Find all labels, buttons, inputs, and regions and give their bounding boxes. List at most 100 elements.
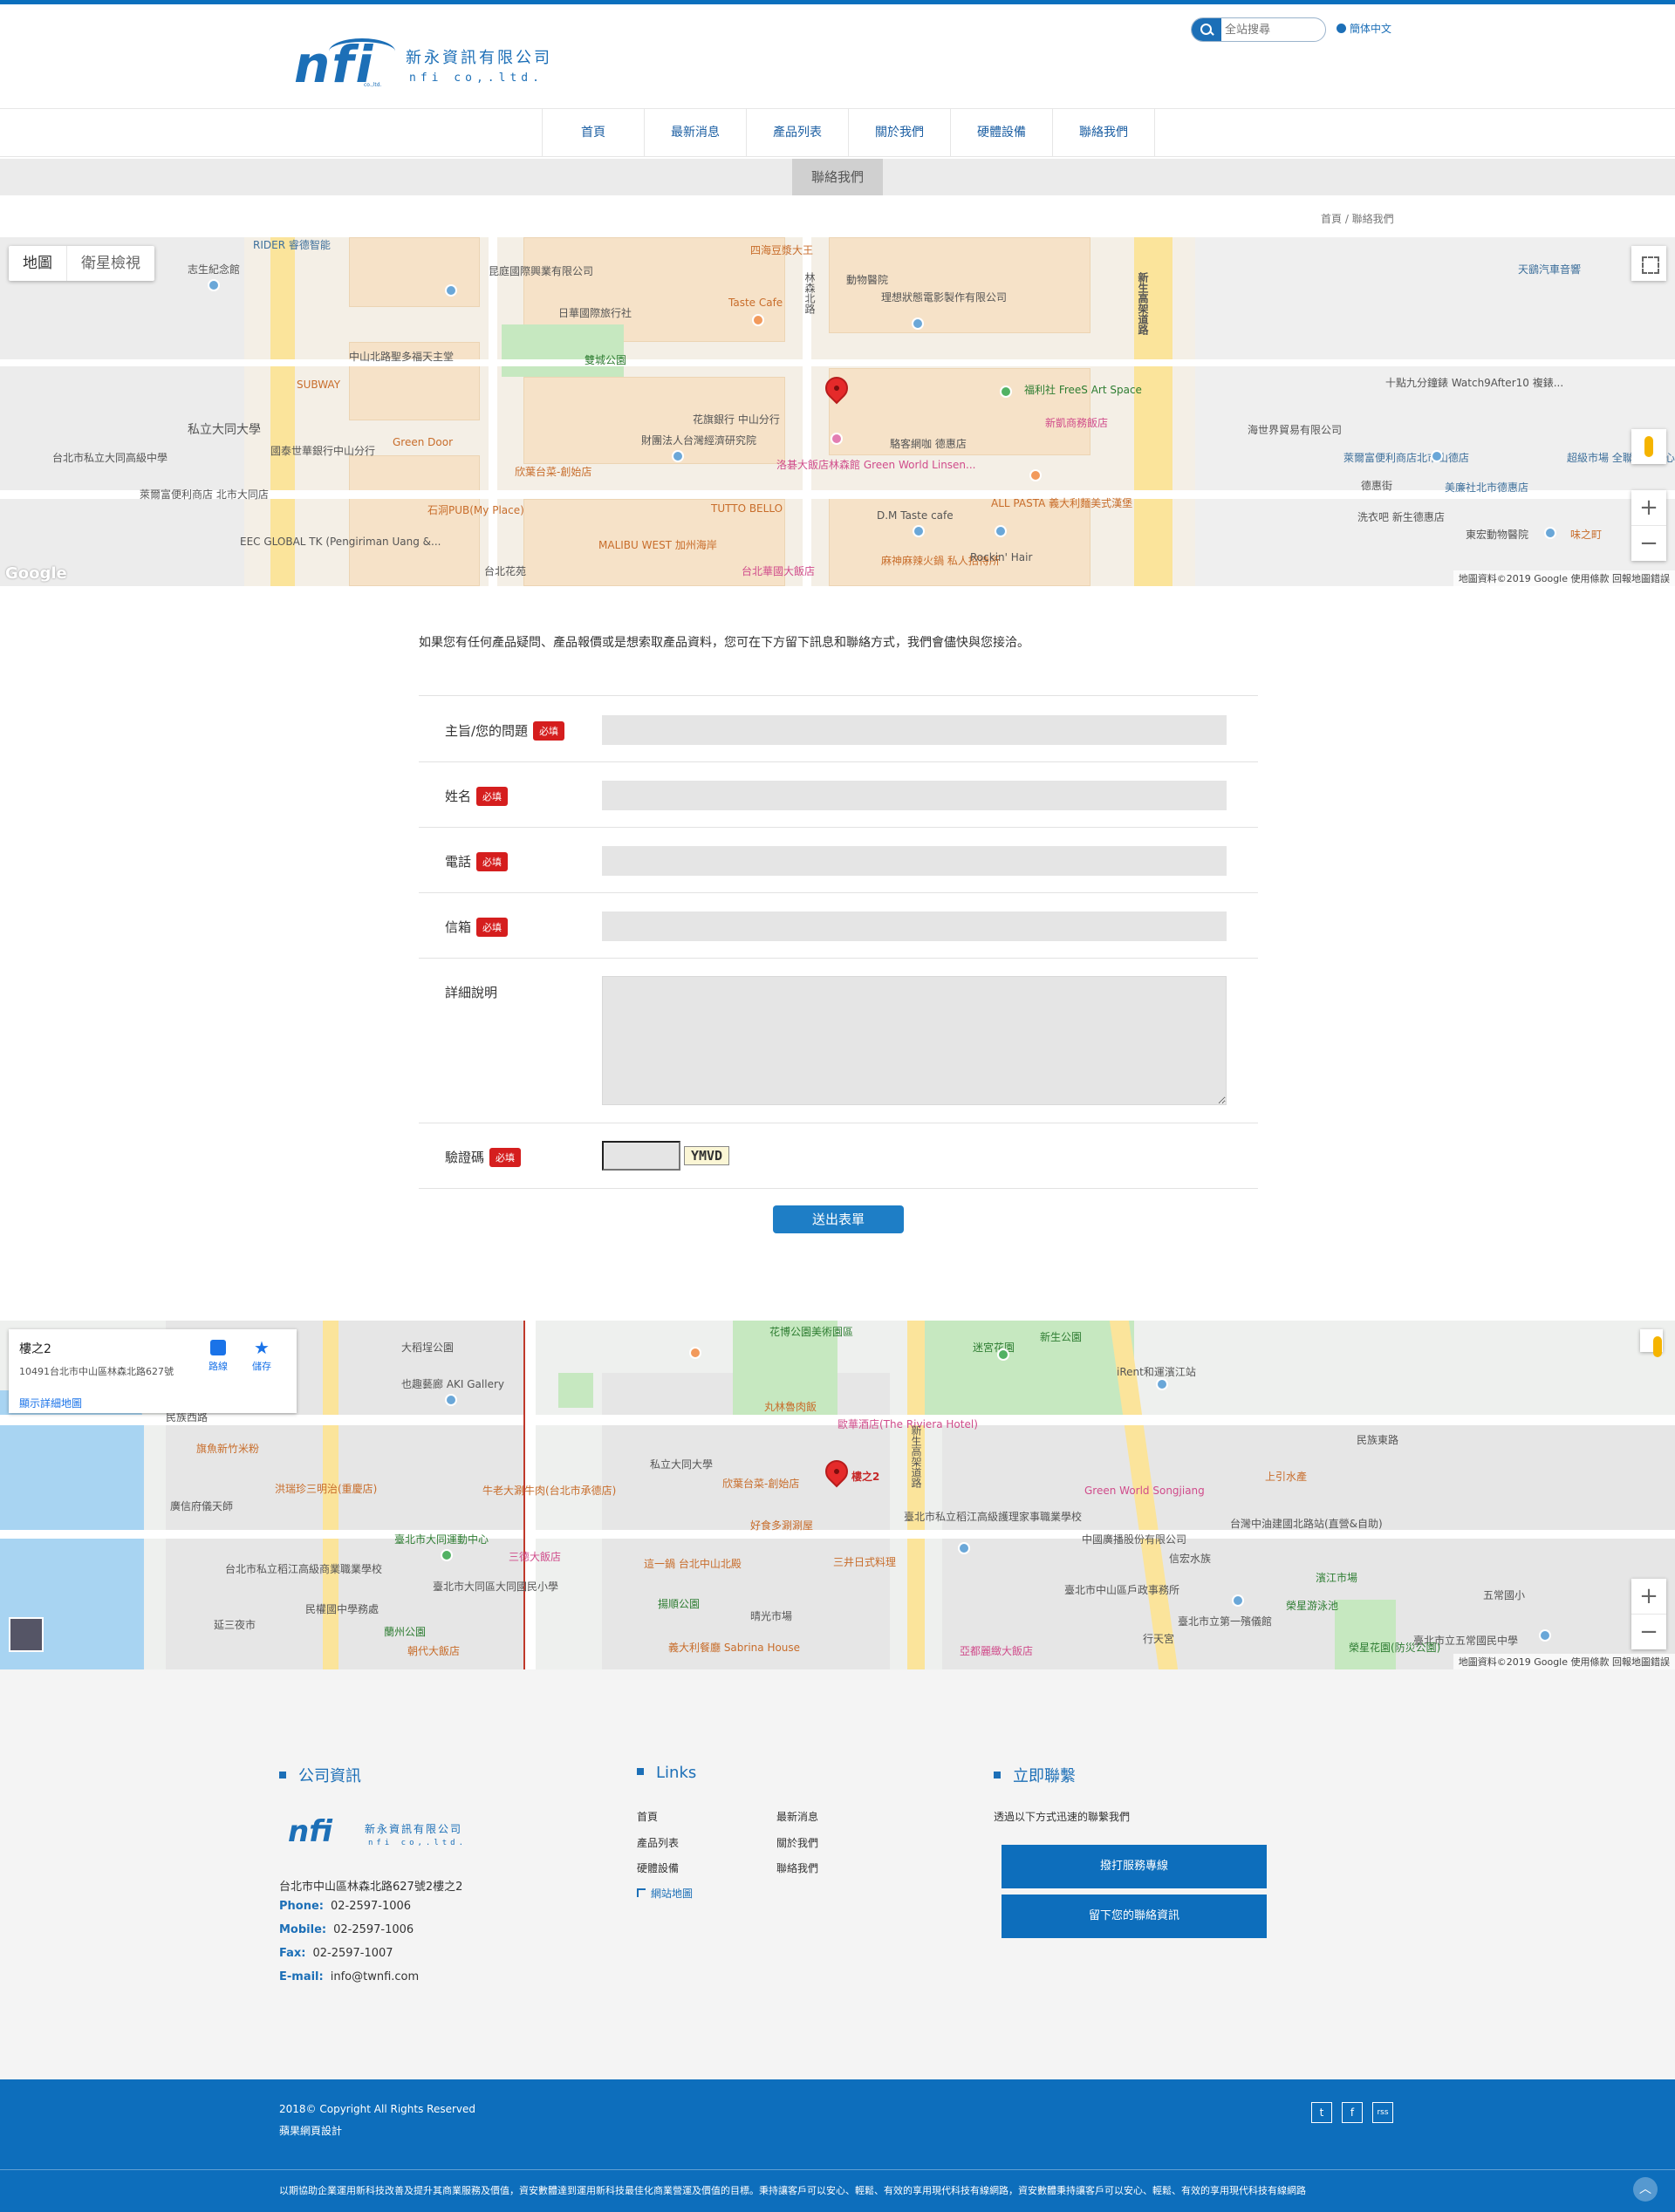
search-input[interactable] <box>1225 21 1321 38</box>
nav-item-contact[interactable]: 聯絡我們 <box>1053 109 1155 157</box>
map-poi[interactable] <box>831 433 843 445</box>
map-label: 花旗銀行 中山分行 <box>693 413 780 426</box>
footer-link-home[interactable]: 首頁 <box>637 1809 658 1824</box>
map-poi[interactable] <box>997 1348 1009 1361</box>
footer-link-contact[interactable]: 聯絡我們 <box>776 1860 818 1875</box>
footer-company-en: nfi co,.ltd. <box>368 1839 468 1847</box>
subject-field[interactable] <box>602 715 1227 745</box>
language-switch[interactable]: 簡体中文 <box>1337 21 1391 36</box>
nav-item-about[interactable]: 關於我們 <box>849 109 951 157</box>
designer-link[interactable]: 蘋果網頁設計 <box>279 2123 342 2138</box>
pegman-icon[interactable] <box>1640 1329 1663 1357</box>
footer-logo-mark: nfi <box>288 1814 332 1849</box>
fullscreen-icon[interactable] <box>1631 246 1666 281</box>
nav-item-products[interactable]: 產品列表 <box>747 109 849 157</box>
map-poi[interactable] <box>445 1394 457 1406</box>
facebook-icon[interactable]: f <box>1342 2102 1363 2123</box>
map-label: 萊爾富便利商店 北市大同店 <box>140 488 269 501</box>
nav-item-home[interactable]: 首頁 <box>543 109 645 157</box>
map-poi[interactable] <box>1029 469 1042 481</box>
save-button[interactable]: ★ 儲存 <box>244 1339 279 1373</box>
map-label: 臺北市中山區戶政事務所 <box>1064 1584 1180 1596</box>
form-row-name: 姓名 必填 <box>419 761 1258 827</box>
location-map-top[interactable]: 昆庭國際興業有限公司 四海豆漿大王 動物醫院 理想狀態電影製作有限公司 天鷂汽車… <box>0 237 1675 586</box>
company-logo[interactable]: nfi co.,ltd. 新永資訊有限公司 nfi co,.ltd. <box>294 35 556 96</box>
required-badge: 必填 <box>489 1148 522 1167</box>
map-label: Rockin' Hair <box>970 551 1033 563</box>
map-label: 洛碁大飯店林森館 Green World Linsen... <box>776 459 976 471</box>
pegman-icon[interactable] <box>1631 429 1666 464</box>
zoom-in-button[interactable]: + <box>1631 490 1666 525</box>
zoom-out-button[interactable]: − <box>1631 525 1666 560</box>
satellite-thumbnail[interactable] <box>9 1617 44 1652</box>
map-poi[interactable] <box>913 525 925 537</box>
contact-value[interactable]: info@twnfi.com <box>331 1970 419 1983</box>
footer-link-about[interactable]: 關於我們 <box>776 1835 818 1850</box>
footer-contact-desc: 透過以下方式迅速的聯繫我們 <box>994 1811 1131 1823</box>
contact-value: 02-2597-1006 <box>333 1923 414 1936</box>
directions-button[interactable]: 路線 <box>201 1340 236 1373</box>
name-field[interactable] <box>602 781 1227 810</box>
map-poi[interactable] <box>1232 1594 1244 1607</box>
captcha-image[interactable]: YMVD <box>684 1146 729 1165</box>
map-poi[interactable] <box>1000 386 1012 398</box>
map-poi[interactable] <box>1544 527 1556 539</box>
map-label: 蘭州公園 <box>384 1626 427 1638</box>
map-label: 信宏水族 <box>1169 1553 1212 1565</box>
location-map-bottom[interactable]: 大稻埕公園 也趣藝廊 AKI Gallery 民族西路 旗魚新竹米粉 洪瑞珍三明… <box>0 1321 1675 1669</box>
phone-field[interactable] <box>602 846 1227 876</box>
map-poi[interactable] <box>689 1347 701 1359</box>
map-poi[interactable] <box>672 450 684 462</box>
zoom-in-button[interactable]: + <box>1631 1579 1666 1614</box>
larger-map-link[interactable]: 顯示詳細地圖 <box>19 1396 82 1410</box>
footer-sitemap-link[interactable]: 網站地圖 <box>637 1886 693 1901</box>
road <box>907 1321 925 1669</box>
map-poi[interactable] <box>1431 450 1443 462</box>
footer-link-news[interactable]: 最新消息 <box>776 1809 818 1824</box>
map-label: 昆庭國際興業有限公司 <box>489 265 594 277</box>
back-to-top-icon[interactable]: ︿ <box>1633 2177 1658 2202</box>
top-accent-bar <box>0 0 1675 4</box>
twitter-icon[interactable]: t <box>1311 2102 1332 2123</box>
zoom-out-button[interactable]: − <box>1631 1614 1666 1649</box>
map-poi[interactable] <box>752 314 764 326</box>
field-label-text: 電話 <box>445 854 472 870</box>
nav-item-news[interactable]: 最新消息 <box>645 109 747 157</box>
map-poi[interactable] <box>441 1549 453 1561</box>
map-poi[interactable] <box>912 317 924 330</box>
map-label: 民權國中學務處 <box>305 1603 379 1615</box>
map-poi[interactable] <box>958 1542 970 1554</box>
map-label: 歐華酒店(The Riviera Hotel) <box>838 1418 978 1430</box>
footer-link-hardware[interactable]: 硬體設備 <box>637 1860 679 1875</box>
search-icon[interactable] <box>1192 18 1221 41</box>
submit-button[interactable]: 送出表單 <box>773 1205 904 1233</box>
map-poi[interactable] <box>995 525 1007 537</box>
page-title: 聯絡我們 <box>792 159 883 195</box>
map-label: SUBWAY <box>297 379 341 391</box>
footer-logo[interactable]: nfi 新永資訊有限公司 nfi co,.ltd. <box>288 1814 480 1858</box>
map-label: 中山北路聖多福天主堂 <box>349 351 455 363</box>
rss-icon[interactable]: rss <box>1372 2102 1393 2123</box>
map-poi[interactable] <box>445 284 457 297</box>
details-textarea[interactable] <box>602 976 1227 1105</box>
email-field[interactable] <box>602 911 1227 941</box>
map-label: 亞都麗緻大飯店 <box>960 1645 1034 1657</box>
nav-item-hardware[interactable]: 硬體設備 <box>951 109 1053 157</box>
field-label: 詳細說明 <box>445 983 497 1001</box>
captcha-input[interactable] <box>602 1141 680 1171</box>
call-service-button[interactable]: 撥打服務專線 <box>1002 1845 1267 1888</box>
map-label: 欣葉台菜-創始店 <box>722 1478 800 1490</box>
leave-contact-button[interactable]: 留下您的聯絡資訊 <box>1002 1895 1267 1938</box>
map-poi[interactable] <box>1156 1378 1168 1390</box>
satellite-view-button[interactable]: 衛星檢視 <box>66 246 154 281</box>
map-area <box>0 237 244 586</box>
map-poi[interactable] <box>208 279 220 291</box>
bottom-divider <box>0 2169 1675 2170</box>
map-poi[interactable] <box>1539 1629 1551 1642</box>
field-label-text: 主旨/您的問題 <box>445 723 529 739</box>
breadcrumb[interactable]: 首頁 / 聯絡我們 <box>1321 211 1394 226</box>
footer-link-products[interactable]: 產品列表 <box>637 1835 679 1850</box>
map-attribution[interactable]: 地圖資料©2019 Google 使用條款 回報地圖錯誤 <box>1453 1654 1675 1669</box>
map-view-button[interactable]: 地圖 <box>9 246 66 281</box>
map-attribution[interactable]: 地圖資料©2019 Google 使用條款 回報地圖錯誤 <box>1453 570 1675 586</box>
